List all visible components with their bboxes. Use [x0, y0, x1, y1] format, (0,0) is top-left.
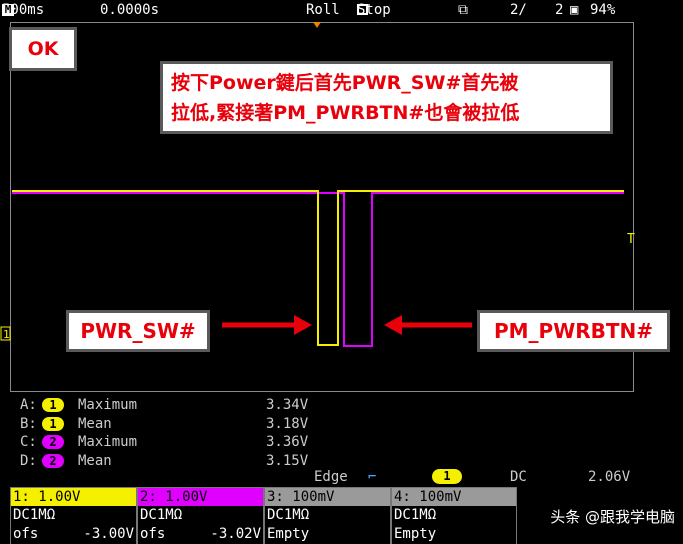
trigger-info[interactable]: Edge ⌐ 1 DC 2.06V	[310, 469, 640, 487]
channel-coupling: DC1MΩ	[392, 506, 516, 525]
offset-label: Empty	[265, 525, 390, 544]
channel-badge: 2	[42, 435, 64, 449]
measurement-type: Maximum	[78, 434, 138, 450]
arrow-right-icon	[222, 315, 312, 335]
channel-offset: ofs -3.00V	[11, 525, 136, 544]
channel-badge: 2	[42, 453, 64, 468]
channel-2-settings[interactable]: 2: 1.00V DC1MΩ ofs -3.02V	[137, 487, 264, 544]
note-callout: 按下Power鍵后首先PWR_SW#首先被 拉低,緊接著PM_PWRBTN#也會…	[160, 61, 613, 134]
channel-3-settings[interactable]: 3: 100mV DC1MΩ Empty	[264, 487, 391, 544]
offset-label: Empty	[392, 525, 516, 544]
trigger-level-marker: T	[627, 232, 635, 247]
trigger-level: 2.06V	[588, 469, 631, 485]
pm-pwrbtn-label: PM_PWRBTN#	[493, 319, 654, 343]
measurement-value: 3.15V	[266, 452, 309, 469]
channel-header: 3: 100mV	[265, 488, 390, 506]
measurement-slot: B:	[20, 415, 37, 432]
note-line-2: 拉低,緊接著PM_PWRBTN#也會被拉低	[171, 102, 520, 124]
channel-badge: 1	[42, 398, 64, 412]
measurement-slot: D:	[20, 452, 37, 469]
measurement-value: 3.34V	[266, 397, 309, 413]
measurement-type: Maximum	[78, 397, 138, 413]
channel-header: 2: 1.00V	[138, 488, 263, 506]
pm-pwrbtn-callout: PM_PWRBTN#	[477, 310, 670, 352]
channel-badge: 1	[42, 416, 64, 431]
arrow-left-icon	[384, 315, 472, 335]
measurement-slot: A:	[20, 397, 37, 413]
channel-header: 4: 100mV	[392, 488, 516, 506]
channel-coupling: DC1MΩ	[138, 506, 263, 525]
pwr-sw-label: PWR_SW#	[80, 319, 196, 343]
channel-header: 1: 1.00V	[11, 488, 136, 506]
measurement-type: Mean	[78, 452, 112, 469]
channel-1-settings[interactable]: 1: 1.00V DC1MΩ ofs -3.00V	[10, 487, 137, 544]
channel-offset: ofs -3.02V	[138, 525, 263, 544]
rising-edge-icon: ⌐	[368, 469, 377, 485]
channel-4-settings[interactable]: 4: 100mV DC1MΩ Empty	[391, 487, 517, 544]
measurement-slot: C:	[20, 434, 37, 450]
offset-value: -3.00V	[83, 526, 134, 542]
pwr-sw-callout: PWR_SW#	[66, 310, 210, 352]
ok-callout: OK	[9, 27, 77, 71]
note-line-1: 按下Power鍵后首先PWR_SW#首先被	[171, 72, 519, 94]
offset-label: ofs	[13, 526, 39, 542]
offset-value: -3.02V	[210, 526, 261, 542]
trigger-coupling: DC	[510, 469, 527, 485]
ground-marker-label: 1	[3, 328, 10, 341]
trigger-channel-badge: 1	[432, 469, 462, 484]
watermark: 头条 @跟我学电脑	[550, 508, 675, 526]
measurement-value: 3.18V	[266, 415, 309, 432]
trigger-position-marker	[313, 22, 321, 28]
channel-coupling: DC1MΩ	[265, 506, 390, 525]
measurement-value: 3.36V	[266, 434, 309, 450]
ok-label: OK	[27, 38, 59, 60]
measurement-type: Mean	[78, 415, 112, 432]
offset-label: ofs	[140, 526, 166, 542]
channel-coupling: DC1MΩ	[11, 506, 136, 525]
trigger-type: Edge	[314, 469, 348, 485]
